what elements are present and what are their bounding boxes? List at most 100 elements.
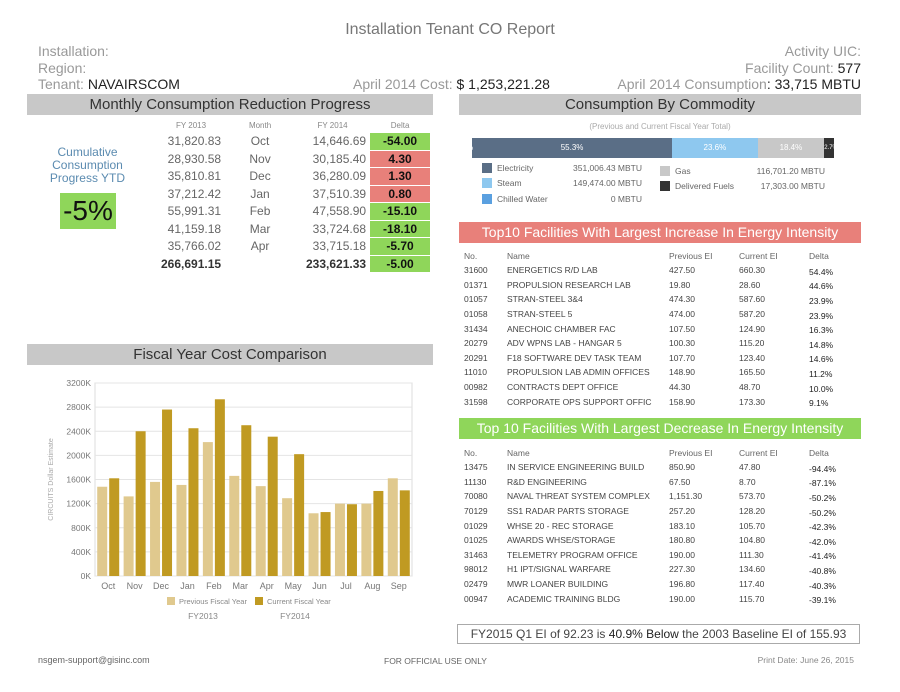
previous-year-bar <box>308 513 319 576</box>
ei-delta: -87.1% <box>809 478 836 489</box>
steam-swatch-icon <box>482 178 492 188</box>
facility-no: 70129 <box>464 506 488 517</box>
ei-delta: 54.4% <box>809 266 834 277</box>
decrease-col-prev: Previous EI <box>669 448 713 458</box>
facility-no: 31600 <box>464 265 488 276</box>
consumption-value: : 33,715 MBTU <box>766 76 861 92</box>
current-year-bar <box>346 504 357 576</box>
ei-delta: 11.2% <box>809 368 833 379</box>
table-row: 31598 CORPORATE OPS SUPPORT OFFIC 158.90 17… <box>464 394 854 409</box>
legend-current-swatch <box>255 597 263 605</box>
fy2013-value: 41,159.18 <box>167 221 222 236</box>
legend-steam-name: Steam <box>497 178 522 188</box>
current-year-bar <box>162 409 173 576</box>
fy2013-total: 266,691.15 <box>161 256 222 271</box>
legend-delivered-fuels-value: 17,303.00 MBTU <box>760 181 825 191</box>
current-ei: 587.60 <box>739 294 765 305</box>
support-email: nsgem-support@gisinc.com <box>38 655 150 665</box>
monthly-row: 41,159.18 Mar 33,724.68 -18.10 <box>157 220 431 237</box>
commodity-stacked-bar: 55.3%23.6%18.4%2.7% <box>472 138 834 158</box>
table-row: 00947 ACADEMIC TRAINING BLDG 190.00 115.70 -… <box>464 591 854 606</box>
previous-ei: 190.00 <box>669 593 695 604</box>
current-ei: 47.80 <box>739 462 761 473</box>
ei-delta: -50.2% <box>809 492 836 503</box>
monthly-table: FY 2013 Month FY 2014 Delta 31,820.83 Oct… <box>157 117 431 273</box>
facility-name: MWR LOANER BUILDING <box>507 579 609 590</box>
legend-electricity-name: Electricity <box>497 163 534 173</box>
ei-delta: -40.8% <box>809 565 836 576</box>
legend-fy2013-label: FY2013 <box>188 611 218 621</box>
x-tick-label: Aug <box>364 581 380 591</box>
legend-chilled-water: Chilled Water 0 MBTU <box>482 194 642 209</box>
previous-ei: 257.20 <box>669 506 695 517</box>
table-row: 01057 STRAN-STEEL 3&4 474.30 587.60 23.9% <box>464 292 854 307</box>
col-fy2013: FY 2013 <box>175 120 207 130</box>
current-ei: 115.20 <box>739 338 765 349</box>
legend-gas-name: Gas <box>675 166 691 176</box>
facility-no: 02479 <box>464 579 488 590</box>
cost-value: $ 1,253,221.28 <box>456 76 550 92</box>
previous-ei: 427.50 <box>669 265 695 276</box>
increase-col-no: No. <box>464 251 478 261</box>
tenant-line: Tenant: NAVAIRSCOM <box>38 76 180 92</box>
current-year-bar <box>267 436 278 576</box>
x-tick-label: Nov <box>127 581 144 591</box>
increase-header-row: No. Name Previous EI Current EI Delta <box>464 249 854 263</box>
decrease-col-name: Name <box>507 448 530 458</box>
ei-delta: 23.9% <box>809 295 834 306</box>
y-tick-label: 800K <box>71 523 91 533</box>
month-label: Dec <box>249 169 271 184</box>
increase-col-name: Name <box>507 251 530 261</box>
facility-name: CONTRACTS DEPT OFFICE <box>507 382 619 393</box>
cost-chart-title: Fiscal Year Cost Comparison <box>27 344 433 365</box>
monthly-section-title: Monthly Consumption Reduction Progress <box>27 94 433 115</box>
current-ei: 8.70 <box>739 476 756 487</box>
facility-no: 01058 <box>464 309 488 320</box>
gas-swatch-icon <box>660 166 670 176</box>
previous-ei: 474.30 <box>669 294 695 305</box>
facility-name: NAVAL THREAT SYSTEM COMPLEX <box>507 491 650 502</box>
monthly-row: 37,212.42 Jan 37,510.39 0.80 <box>157 185 431 202</box>
current-ei: 123.40 <box>739 352 765 363</box>
decrease-col-delta: Delta <box>809 448 829 458</box>
consumption-line: April 2014 Consumption: 33,715 MBTU <box>617 76 861 92</box>
y-tick-label: 3200K <box>66 378 91 388</box>
cost-label: April 2014 Cost: <box>353 76 453 92</box>
current-ei: 134.60 <box>739 564 765 575</box>
previous-year-bar <box>282 498 293 576</box>
ei-delta: 23.9% <box>809 310 834 321</box>
month-label: Feb <box>249 204 271 219</box>
facility-no: 70080 <box>464 491 488 502</box>
col-fy2014: FY 2014 <box>317 120 348 130</box>
facility-no: 13475 <box>464 462 488 473</box>
x-tick-label: Apr <box>260 581 274 591</box>
previous-year-bar <box>123 496 134 576</box>
decrease-col-curr: Current EI <box>739 448 778 458</box>
previous-ei: 850.90 <box>669 462 695 473</box>
ei-delta: -41.4% <box>809 551 836 562</box>
x-tick-label: Jan <box>180 581 195 591</box>
legend-gas-value: 116,701.20 MBTU <box>756 166 825 176</box>
commodity-segment: 2.7% <box>824 138 834 158</box>
ei-delta: -50.2% <box>809 507 836 518</box>
current-year-bar <box>109 478 120 576</box>
monthly-header-row: FY 2013 Month FY 2014 Delta <box>157 118 430 132</box>
facility-count-label: Facility Count: <box>745 60 834 76</box>
y-tick-label: 1200K <box>66 499 91 509</box>
y-tick-label: 2400K <box>66 426 91 436</box>
previous-ei: 180.80 <box>669 535 695 546</box>
facility-no: 98012 <box>464 564 488 575</box>
legend-previous-label: Previous Fiscal Year <box>179 597 247 606</box>
month-label: Oct <box>250 134 270 149</box>
fy2014-value: 47,558.90 <box>312 204 367 219</box>
current-ei: 117.40 <box>739 579 765 590</box>
current-ei: 104.80 <box>739 535 765 546</box>
monthly-row: 35,766.02 Apr 33,715.18 -5.70 <box>157 238 431 255</box>
previous-year-bar <box>202 442 213 576</box>
y-tick-label: 1600K <box>66 475 91 485</box>
x-tick-label: Jun <box>312 581 327 591</box>
current-year-bar <box>320 512 331 576</box>
facility-no: 00982 <box>464 382 488 393</box>
fy2014-total: 233,621.33 <box>306 256 367 271</box>
previous-year-bar <box>176 484 187 576</box>
